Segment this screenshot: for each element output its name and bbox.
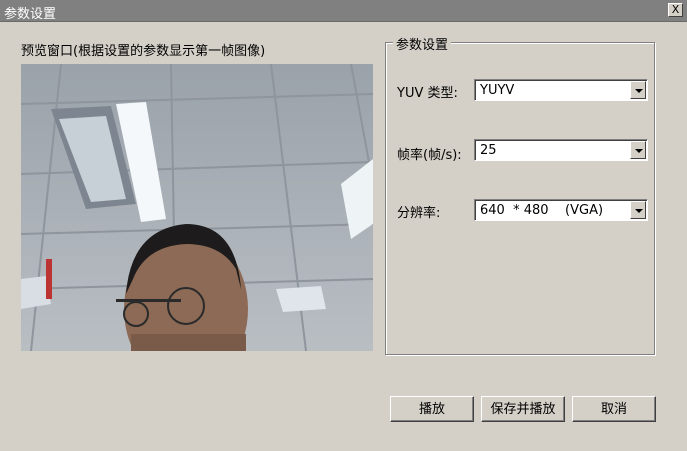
camera-frame-image xyxy=(21,64,373,351)
cancel-button[interactable]: 取消 xyxy=(572,396,656,422)
title-bar: 参数设置 X xyxy=(0,0,687,22)
close-button[interactable]: X xyxy=(668,3,683,17)
play-button[interactable]: 播放 xyxy=(390,396,474,422)
chevron-down-icon[interactable] xyxy=(630,81,646,99)
window-title: 参数设置 xyxy=(4,7,57,22)
settings-group-title: 参数设置 xyxy=(393,34,452,53)
resolution-select[interactable]: 640 * 480 (VGA) xyxy=(474,199,648,221)
resolution-label: 分辨率: xyxy=(397,206,441,221)
save-and-play-button[interactable]: 保存并播放 xyxy=(481,396,565,422)
resolution-value: 640 * 480 (VGA) xyxy=(480,203,604,218)
yuv-type-value: YUYV xyxy=(480,83,515,98)
close-icon: X xyxy=(671,3,680,16)
chevron-down-icon[interactable] xyxy=(630,201,646,219)
preview-image xyxy=(21,64,373,351)
frame-rate-select[interactable]: 25 xyxy=(474,139,648,161)
yuv-type-select[interactable]: YUYV xyxy=(474,79,648,101)
frame-rate-label: 帧率(帧/s): xyxy=(397,148,462,163)
frame-rate-value: 25 xyxy=(480,143,497,158)
yuv-type-label: YUV 类型: xyxy=(397,86,458,101)
chevron-down-icon[interactable] xyxy=(630,141,646,159)
preview-label: 预览窗口(根据设置的参数显示第一帧图像) xyxy=(21,44,266,59)
